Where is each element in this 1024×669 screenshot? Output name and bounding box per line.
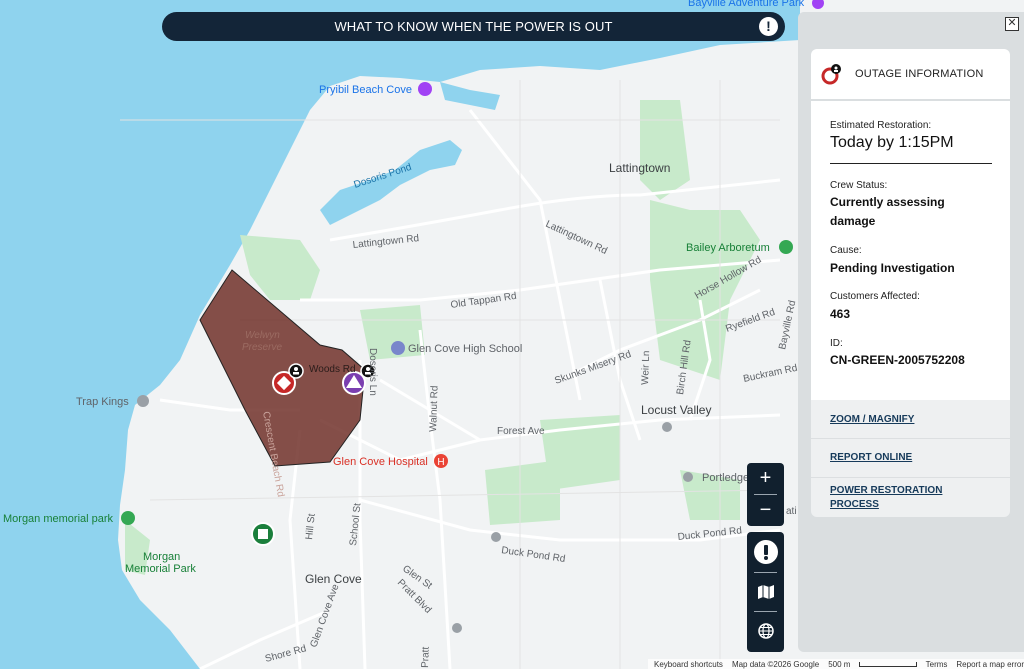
power-restoration-link[interactable]: POWER RESTORATION PROCESS (830, 484, 970, 512)
panel-title: OUTAGE INFORMATION (855, 68, 984, 80)
zoom-out-button[interactable]: − (747, 495, 784, 525)
poi-bailey-arboretum: Bailey Arboretum (686, 242, 770, 254)
tool-divider (754, 572, 777, 573)
road-forest: Forest Ave (497, 426, 545, 437)
map-layers-button[interactable] (747, 574, 784, 610)
customers-label: Customers Affected: (830, 291, 920, 302)
globe-button[interactable] (747, 613, 784, 649)
park-5 (485, 460, 560, 525)
park-poi-icon-2[interactable] (121, 511, 135, 525)
poi-pryibil: Pryibil Beach Cove (319, 84, 412, 96)
map-tools (747, 532, 784, 652)
outage-icon (821, 64, 841, 85)
map-data-text: Map data ©2026 Google (731, 659, 820, 669)
zoom-control: + − (747, 463, 784, 526)
place-locust-valley: Locust Valley (641, 403, 711, 417)
link-divider (811, 438, 1010, 439)
locust-poi-icon[interactable] (662, 422, 672, 432)
outage-details: Estimated Restoration: Today by 1:15PM C… (811, 101, 1010, 401)
close-icon[interactable]: ✕ (1005, 17, 1019, 31)
park-poi-icon[interactable] (779, 240, 793, 254)
road-pratt: Pratt (420, 646, 432, 668)
terms-link[interactable]: Terms (926, 660, 948, 669)
road-walnut: Walnut Rd (428, 385, 441, 432)
poi-trap-kings: Trap Kings (76, 396, 129, 408)
keyboard-shortcuts-link[interactable]: Keyboard shortcuts (654, 660, 723, 669)
school-poi-icon[interactable] (391, 341, 405, 355)
poi-high-school: Glen Cove High School (408, 343, 522, 355)
poi-morgan-memorial-2: Memorial Park (125, 563, 196, 575)
map-layers-icon (757, 585, 774, 599)
estimated-label: Estimated Restoration: (830, 120, 932, 131)
crew-label: Crew Status: (830, 180, 888, 191)
alert-icon (753, 540, 778, 564)
zoom-in-button[interactable]: + (747, 463, 784, 493)
road-woods: Woods Rd (309, 364, 356, 375)
link-divider (811, 477, 1010, 478)
portledge-poi-icon[interactable] (683, 472, 693, 482)
outage-links: ZOOM / MAGNIFY REPORT ONLINE POWER RESTO… (811, 400, 1010, 517)
zoom-magnify-link[interactable]: ZOOM / MAGNIFY (830, 413, 914, 427)
crew-value: Currently assessing damage (830, 195, 945, 228)
banner-text: WHAT TO KNOW WHEN THE POWER IS OUT (334, 19, 613, 34)
crew-marker-1[interactable] (288, 363, 304, 379)
road-fragment: ati (786, 506, 797, 517)
id-value: CN-GREEN-2005752208 (830, 353, 965, 367)
report-error-link[interactable]: Report a map error (956, 660, 1024, 669)
outage-panel: ✕ OUTAGE INFORMATION Estimated Restorati… (798, 12, 1024, 652)
trapkings-poi-icon[interactable] (137, 395, 149, 407)
beach-poi-icon[interactable] (418, 82, 432, 96)
cause-value: Pending Investigation (830, 261, 955, 275)
scale-bar (859, 661, 917, 667)
poi-welwyn-2: Preserve (242, 342, 282, 353)
globe-icon (757, 623, 774, 639)
poi-morgan-park: Morgan memorial park (3, 513, 114, 525)
road-dosoris-ln: Dosoris Ln (367, 348, 378, 396)
customers-value: 463 (830, 307, 851, 321)
scale-text: 500 m (828, 659, 851, 669)
outage-card-header: OUTAGE INFORMATION (811, 49, 1010, 99)
alert-button[interactable] (747, 534, 784, 570)
tool-divider (754, 611, 777, 612)
place-portledge: Portledge (702, 472, 749, 484)
id-label: ID: (830, 338, 843, 349)
poi-welwyn-1: Welwyn (245, 330, 280, 341)
place-lattingtown: Lattingtown (609, 161, 670, 175)
svg-text:H: H (437, 457, 444, 468)
poi-morgan-memorial-1: Morgan (143, 551, 180, 563)
outage-marker-square[interactable] (251, 522, 275, 546)
report-online-link[interactable]: REPORT ONLINE (830, 451, 912, 465)
glencove-poi-icon-2[interactable] (452, 623, 462, 633)
road-weir: Weir Ln (640, 350, 652, 385)
hospital-poi-icon[interactable]: H (434, 454, 448, 468)
map-attribution: Keyboard shortcuts Map data ©2026 Google… (648, 659, 1024, 669)
cause-label: Cause: (830, 245, 862, 256)
poi-bayville: Bayville Adventure Park (688, 0, 805, 9)
poi-hospital: Glen Cove Hospital (333, 456, 428, 468)
power-out-banner[interactable]: WHAT TO KNOW WHEN THE POWER IS OUT ! (162, 12, 785, 41)
estimated-value: Today by 1:15PM (830, 134, 954, 151)
divider (830, 163, 992, 164)
glencove-poi-icon[interactable] (491, 532, 501, 542)
alert-icon: ! (759, 17, 778, 36)
